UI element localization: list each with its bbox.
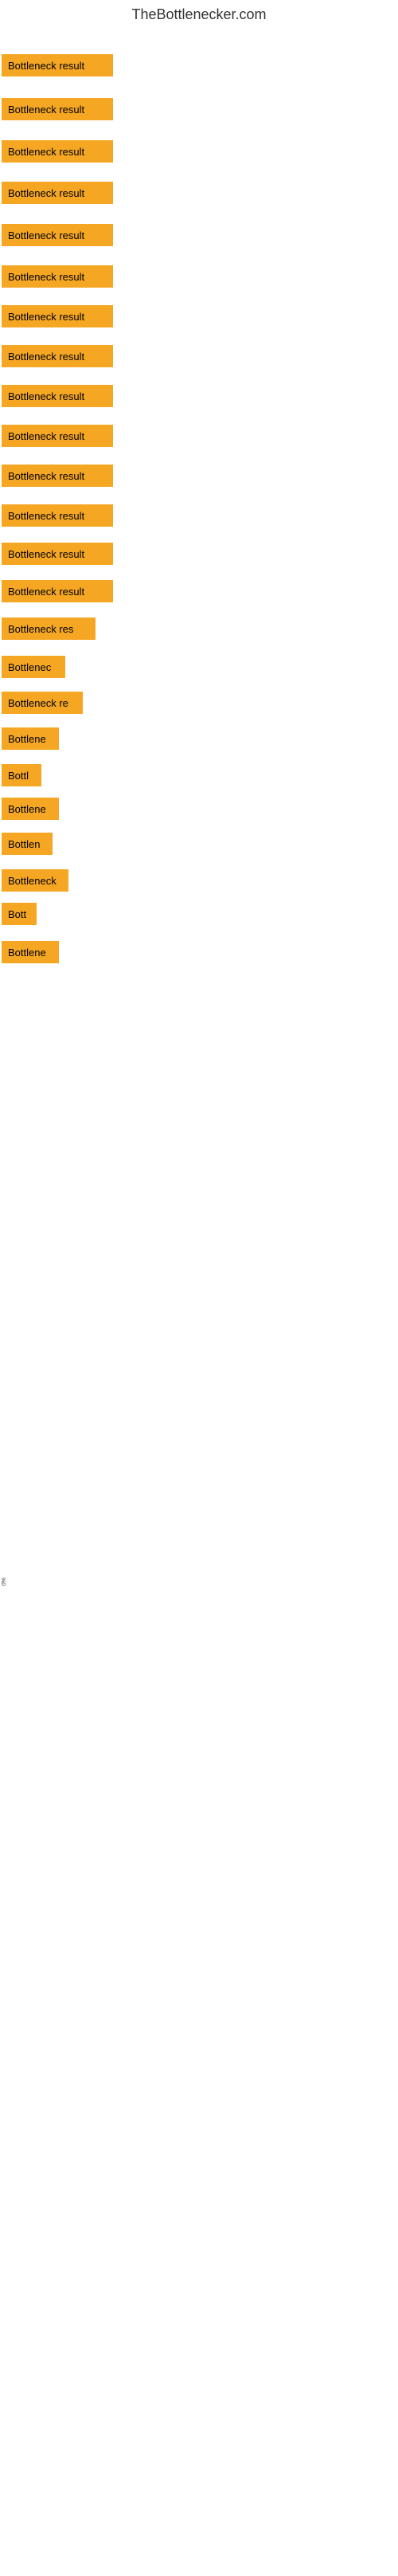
page-wrapper: TheBottlenecker.com Bottleneck resultBot… bbox=[0, 0, 398, 2576]
bottleneck-item-13: Bottleneck result bbox=[2, 543, 113, 565]
bottleneck-item-16: Bottlenec bbox=[2, 656, 65, 678]
bottleneck-item-22: Bottleneck bbox=[2, 869, 68, 892]
bottleneck-item-9: Bottleneck result bbox=[2, 385, 113, 407]
bottleneck-item-15: Bottleneck res bbox=[2, 618, 96, 640]
site-title: TheBottlenecker.com bbox=[0, 0, 398, 26]
bottleneck-item-11: Bottleneck result bbox=[2, 465, 113, 487]
bottleneck-item-12: Bottleneck result bbox=[2, 504, 113, 527]
bottleneck-item-10: Bottleneck result bbox=[2, 425, 113, 447]
bottleneck-item-4: Bottleneck result bbox=[2, 182, 113, 204]
bottleneck-item-18: Bottlene bbox=[2, 727, 59, 750]
bottleneck-item-7: Bottleneck result bbox=[2, 305, 113, 327]
bottleneck-item-24: Bottlene bbox=[2, 941, 59, 963]
bottleneck-item-6: Bottleneck result bbox=[2, 265, 113, 288]
bottleneck-item-20: Bottlene bbox=[2, 798, 59, 820]
bottleneck-item-1: Bottleneck result bbox=[2, 54, 113, 76]
bottleneck-item-5: Bottleneck result bbox=[2, 224, 113, 246]
bottleneck-item-8: Bottleneck result bbox=[2, 345, 113, 367]
bottleneck-item-17: Bottleneck re bbox=[2, 692, 83, 714]
bottleneck-item-2: Bottleneck result bbox=[2, 98, 113, 120]
small-label: 0% bbox=[2, 1578, 7, 1586]
bottleneck-item-3: Bottleneck result bbox=[2, 140, 113, 163]
bottleneck-item-14: Bottleneck result bbox=[2, 580, 113, 602]
bottleneck-item-23: Bott bbox=[2, 903, 37, 925]
bottleneck-chart: Bottleneck result Bottleneck result Bottle… bbox=[0, 26, 398, 2576]
bottleneck-item-21: Bottlen bbox=[2, 833, 53, 855]
bottleneck-item-19: Bottl bbox=[2, 764, 41, 786]
